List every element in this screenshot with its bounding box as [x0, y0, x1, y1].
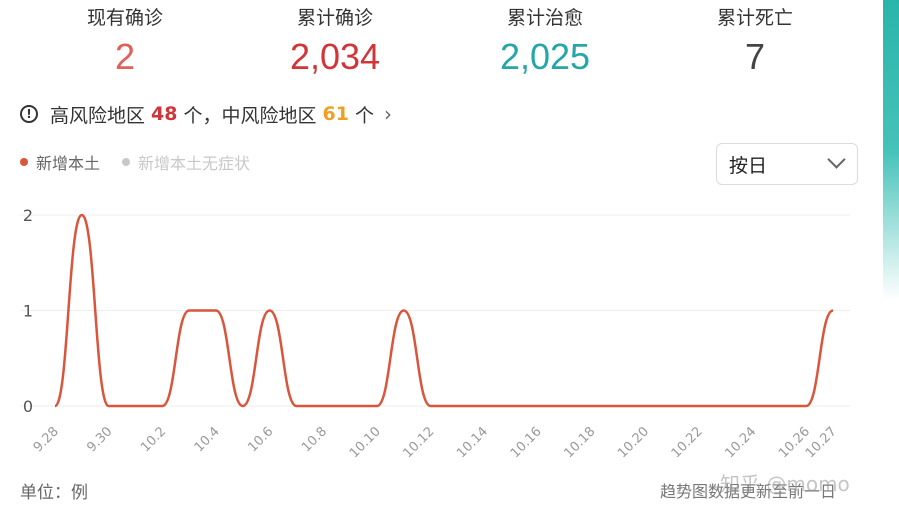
stat-value: 7	[744, 36, 766, 77]
unit-label: 单位：例	[20, 483, 88, 503]
x-tick-label: 10.4	[192, 424, 223, 455]
period-select-value: 按日	[729, 154, 768, 177]
stat-current-confirmed: 现有确诊 2	[40, 6, 210, 80]
legend-dot	[122, 158, 131, 166]
x-tick-label: 10.20	[615, 424, 652, 461]
x-tick-label: 10.8	[299, 424, 330, 455]
risk-high-unit: 个，	[183, 104, 222, 127]
x-tick-label: 10.27	[803, 424, 840, 461]
alert-icon: !	[20, 105, 38, 123]
risk-mid-unit: 个	[354, 104, 374, 127]
stat-label: 现有确诊	[86, 7, 163, 29]
stat-value: 2,034	[289, 36, 381, 77]
chart-legend: 新增本土 新增本土无症状	[20, 150, 272, 174]
risk-mid-count: 61	[322, 103, 349, 125]
stat-value: 2,025	[499, 36, 591, 77]
stat-label: 累计死亡	[716, 7, 793, 29]
legend-item-local-asymptomatic[interactable]: 新增本土无症状	[122, 150, 250, 174]
legend-label: 新增本土	[36, 154, 101, 173]
x-tick-label: 9.28	[31, 424, 62, 455]
x-tick-label: 10.2	[138, 424, 169, 455]
watermark: 知乎 @momo	[720, 472, 850, 496]
chevron-right-icon: ›	[383, 102, 392, 126]
x-tick-label: 10.6	[245, 424, 276, 455]
y-tick-label: 1	[23, 302, 33, 321]
stats-row: 现有确诊 2 累计确诊 2,034 累计治愈 2,025 累计死亡 7	[0, 0, 880, 90]
y-tick-label: 0	[23, 397, 33, 416]
x-tick-label: 10.22	[669, 424, 706, 461]
x-tick-label: 10.12	[400, 424, 437, 461]
stat-value: 2	[114, 36, 136, 77]
chevron-down-icon	[827, 150, 846, 169]
stat-label: 累计确诊	[296, 7, 373, 29]
x-tick-label: 10.18	[561, 424, 598, 461]
y-tick-label: 2	[23, 206, 33, 225]
stat-total-deaths: 累计死亡 7	[670, 6, 840, 80]
trend-chart: 0 1 2 9.28 9.30 10.2 10.4 10.6 10.8 10.10 10.12 10…	[20, 206, 850, 461]
x-tick-label: 10.10	[347, 424, 384, 461]
risk-areas-link[interactable]: ! 高风险地区 48 个， 中风险地区 61 个 ›	[20, 100, 392, 128]
x-tick-label: 10.14	[454, 424, 491, 461]
stat-label: 累计治愈	[506, 7, 583, 29]
x-tick-label: 10.24	[722, 424, 759, 461]
legend-label: 新增本土无症状	[138, 154, 251, 173]
stat-total-confirmed: 累计确诊 2,034	[250, 6, 420, 80]
x-tick-label: 9.30	[84, 424, 115, 455]
legend-item-local-new[interactable]: 新增本土	[20, 150, 100, 174]
x-tick-label: 10.16	[508, 424, 545, 461]
stat-total-recovered: 累计治愈 2,025	[460, 6, 630, 80]
legend-dot	[20, 158, 28, 166]
risk-high-count: 48	[151, 103, 178, 125]
risk-mid-label: 中风险地区	[221, 104, 317, 127]
risk-high-label: 高风险地区	[50, 104, 146, 127]
period-select[interactable]: 按日	[716, 143, 858, 185]
